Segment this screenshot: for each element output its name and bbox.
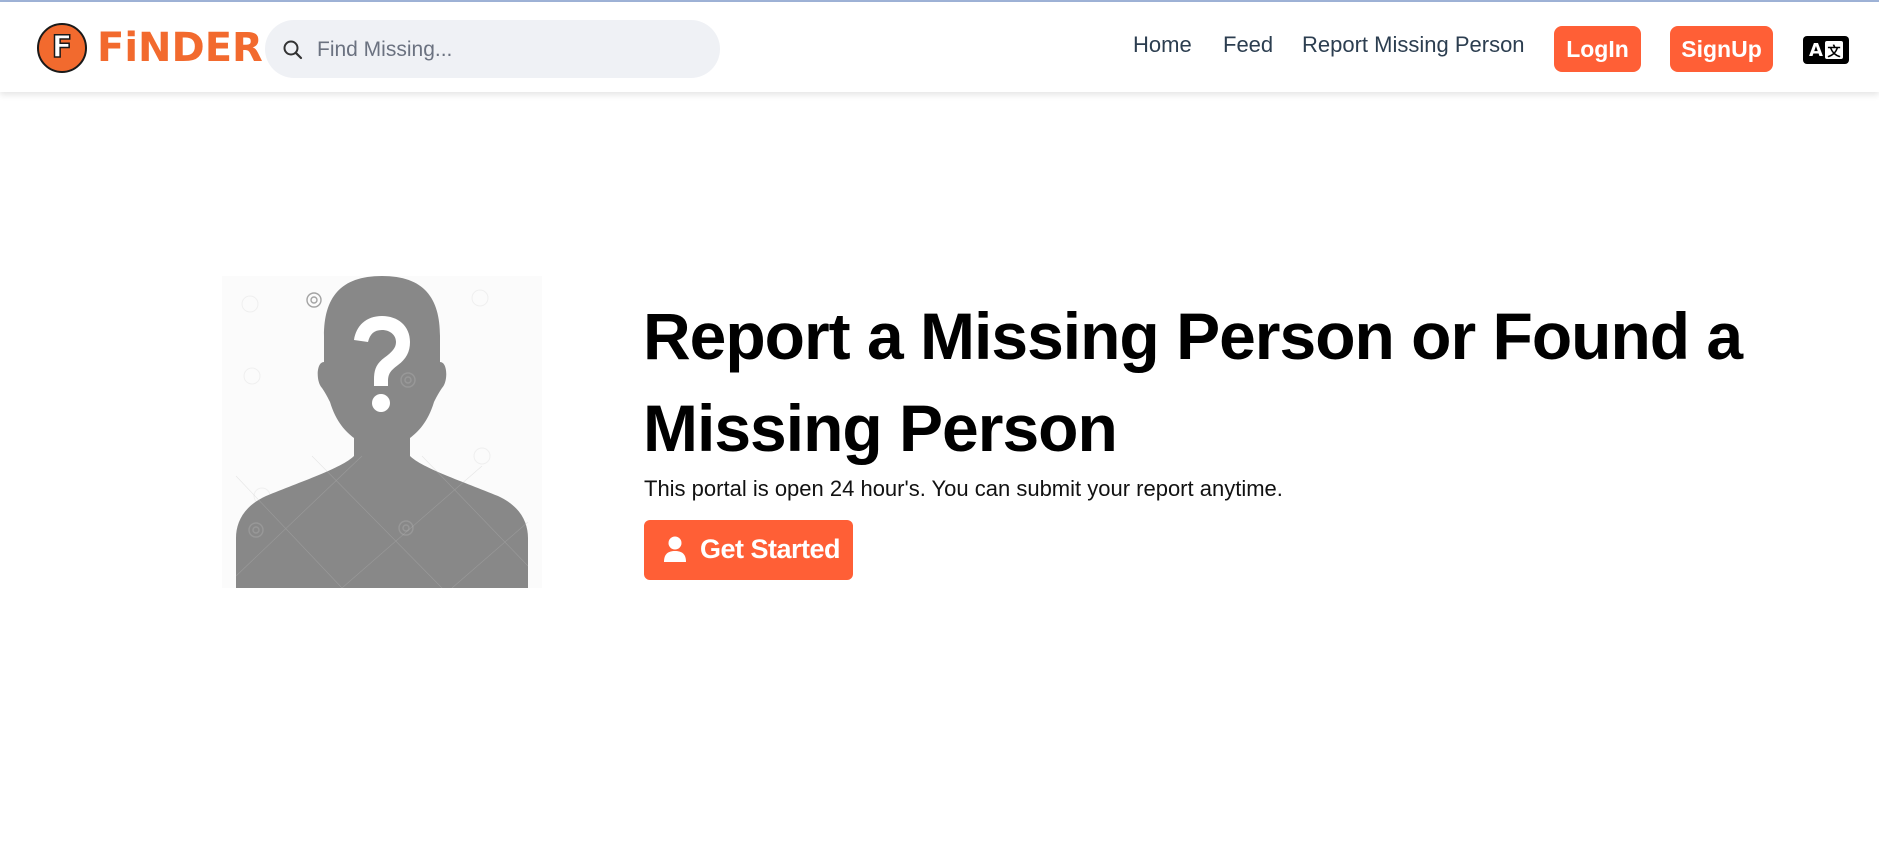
search-bar (265, 20, 720, 80)
brand-name: FiNDER (97, 25, 263, 71)
search-icon (283, 40, 303, 60)
translate-icon-latin: A (1809, 39, 1823, 61)
signup-button[interactable]: SignUp (1670, 26, 1773, 72)
site-header: F FiNDER Home Feed Report Missing Person… (0, 2, 1879, 92)
login-button[interactable]: LogIn (1554, 26, 1641, 72)
nav-home-link[interactable]: Home (1133, 32, 1192, 66)
nav-report-missing-link[interactable]: Report Missing Person (1302, 32, 1525, 66)
user-icon (664, 536, 686, 562)
nav-feed-link[interactable]: Feed (1223, 32, 1273, 66)
missing-person-silhouette-image (222, 276, 542, 588)
language-toggle-button[interactable]: A 文 (1803, 36, 1849, 64)
get-started-button[interactable]: Get Started (644, 520, 853, 580)
translate-icon-cjk: 文 (1824, 41, 1843, 59)
get-started-label: Get Started (700, 534, 841, 564)
hero-title: Report a Missing Person or Found a Missi… (643, 299, 1743, 465)
brand-logo-letter: F (51, 30, 73, 65)
brand-logo-link[interactable]: F FiNDER (37, 23, 263, 73)
search-input[interactable] (315, 20, 709, 80)
brand-logo-icon: F (37, 23, 87, 73)
hero-subtitle: This portal is open 24 hour's. You can s… (644, 476, 1283, 501)
